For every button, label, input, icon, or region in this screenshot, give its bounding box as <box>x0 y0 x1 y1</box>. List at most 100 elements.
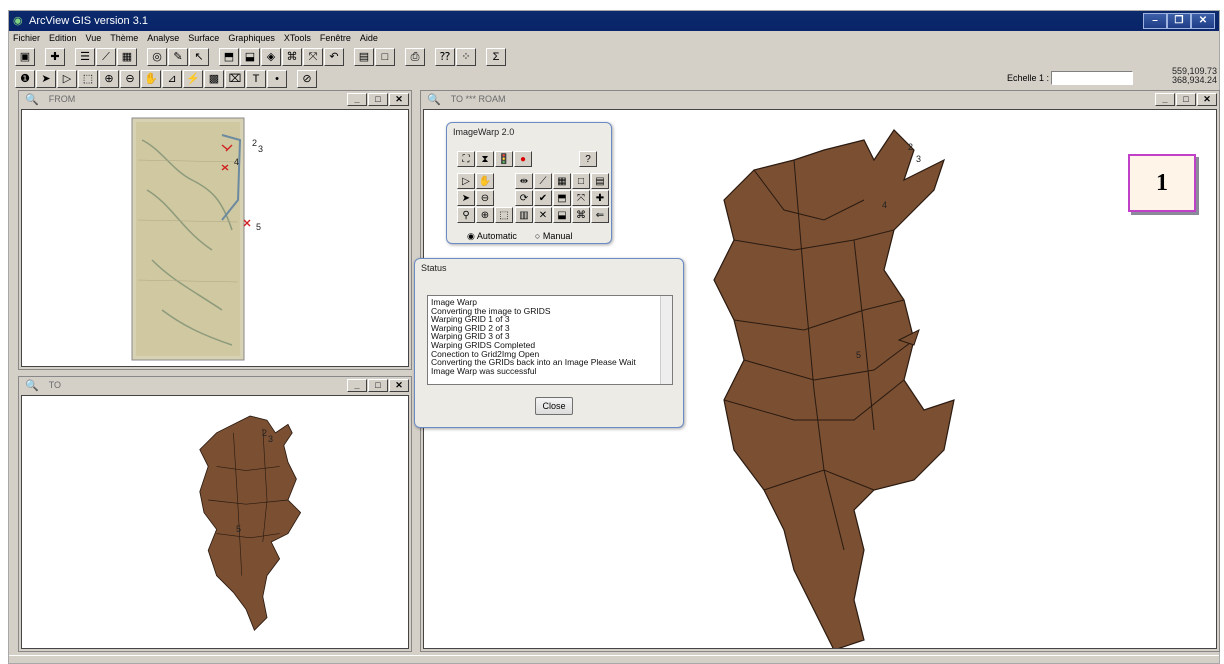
close-button[interactable]: Close <box>535 397 573 415</box>
zoom-out-icon[interactable]: ⊖ <box>120 70 140 88</box>
maximize-button[interactable]: □ <box>368 379 388 392</box>
label-icon[interactable]: ⌧ <box>225 70 245 88</box>
open-image-icon[interactable]: ⛶ <box>457 151 475 167</box>
add-point-icon[interactable]: ✚ <box>591 190 609 206</box>
stop-icon[interactable]: ● <box>514 151 532 167</box>
text-icon[interactable]: T <box>246 70 266 88</box>
view-globe-icon: 🔍 <box>25 93 39 106</box>
restore-button[interactable]: ❐ <box>1167 13 1191 29</box>
app-title: ArcView GIS version 3.1 <box>29 15 149 27</box>
select-icon[interactable]: ⬚ <box>78 70 98 88</box>
menu-xtools[interactable]: XTools <box>284 33 311 43</box>
maximize-button[interactable]: □ <box>368 93 388 106</box>
warp-icon[interactable]: ⌘ <box>572 207 590 223</box>
map-canvas-to[interactable]: 2 3 5 <box>21 395 409 649</box>
layout-icon[interactable]: ▤ <box>354 48 374 66</box>
maximize-button[interactable]: □ <box>1176 93 1196 106</box>
save-icon[interactable]: ▣ <box>15 48 35 66</box>
close-button[interactable]: ✕ <box>1197 93 1217 106</box>
box-select-icon[interactable]: ⬚ <box>495 207 513 223</box>
zoom-in-icon[interactable]: ⊕ <box>99 70 119 88</box>
hotlink-tool-icon[interactable]: ⚡ <box>183 70 203 88</box>
menu-analyse[interactable]: Analyse <box>147 33 179 43</box>
help-icon[interactable]: ⁇ <box>435 48 455 66</box>
measure-icon[interactable]: ⊿ <box>162 70 182 88</box>
layer-icon[interactable]: ⬓ <box>553 207 571 223</box>
print-icon[interactable]: ⎙ <box>405 48 425 66</box>
table-icon[interactable]: ▤ <box>591 173 609 189</box>
add-theme-icon[interactable]: ✚ <box>45 48 65 66</box>
zoom-selected-icon[interactable]: ⤧ <box>303 48 323 66</box>
identify-icon[interactable]: ❶ <box>15 70 35 88</box>
sigma-icon[interactable]: Σ <box>486 48 506 66</box>
pointer-icon[interactable]: ▷ <box>457 173 475 189</box>
traffic-light-icon[interactable]: 🚦 <box>495 151 513 167</box>
document-icon[interactable]: ▥ <box>515 207 533 223</box>
move-point-icon[interactable]: ⇹ <box>515 173 533 189</box>
pointer-icon[interactable]: ➤ <box>36 70 56 88</box>
draw-point-icon[interactable]: • <box>267 70 287 88</box>
pan-icon[interactable]: ✋ <box>141 70 161 88</box>
edit-legend-icon[interactable]: ⟋ <box>96 48 116 66</box>
map-canvas-from[interactable]: 2 3 4 5 <box>21 109 409 367</box>
layout-frame-icon[interactable]: □ <box>375 48 395 66</box>
link-icon[interactable]: ⟋ <box>534 173 552 189</box>
status-dialog: Status Image Warp Converting the image t… <box>414 258 684 428</box>
arcview-globe-icon: ◉ <box>13 15 23 27</box>
clear-selection-icon[interactable]: ⬓ <box>240 48 260 66</box>
menu-fenetre[interactable]: Fenêtre <box>320 33 351 43</box>
frame-icon[interactable]: □ <box>572 173 590 189</box>
select-icon[interactable]: ➤ <box>457 190 475 206</box>
refresh-icon[interactable]: ⟳ <box>515 190 533 206</box>
zoom-out-icon[interactable]: ⊖ <box>476 190 494 206</box>
view-window-from: 🔍 FROM _ □ ✕ 2 3 4 5 <box>18 90 412 370</box>
vertex-edit-icon[interactable]: ▷ <box>57 70 77 88</box>
select-by-theme-icon[interactable]: ⬒ <box>219 48 239 66</box>
control-point-label: 4 <box>882 200 887 210</box>
menu-theme[interactable]: Thème <box>110 33 138 43</box>
zoom-theme-icon[interactable]: ⌘ <box>282 48 302 66</box>
minimize-button[interactable]: _ <box>1155 93 1175 106</box>
close-button[interactable]: ✕ <box>1191 13 1215 29</box>
pan-icon[interactable]: ✋ <box>476 173 494 189</box>
check-icon[interactable]: ✔ <box>534 190 552 206</box>
snap-icon[interactable]: ⊘ <box>297 70 317 88</box>
control-point-label: 5 <box>256 222 261 232</box>
radio-manual[interactable]: ○ Manual <box>535 231 572 242</box>
minimize-button[interactable]: _ <box>347 93 367 106</box>
scale-input[interactable] <box>1051 71 1133 85</box>
control-point-label: 2 <box>252 138 257 148</box>
theme-properties-icon[interactable]: ☰ <box>75 48 95 66</box>
menu-aide[interactable]: Aide <box>360 33 378 43</box>
radio-automatic[interactable]: ◉ Automatic <box>467 231 517 242</box>
menu-fichier[interactable]: Fichier <box>13 33 40 43</box>
area-of-interest-icon[interactable]: ▩ <box>204 70 224 88</box>
menu-edition[interactable]: Edition <box>49 33 77 43</box>
open-table-icon[interactable]: ▦ <box>117 48 137 66</box>
zoom-extent-icon[interactable]: ⤧ <box>572 190 590 206</box>
close-button[interactable]: ✕ <box>389 379 409 392</box>
hotlink-icon[interactable]: ⁘ <box>456 48 476 66</box>
locate-icon[interactable]: ↖ <box>189 48 209 66</box>
delete-icon[interactable]: ✕ <box>534 207 552 223</box>
zoom-in-icon[interactable]: ⊕ <box>476 207 494 223</box>
zoom-full-icon[interactable]: ◈ <box>261 48 281 66</box>
log-scrollbar[interactable] <box>660 296 672 384</box>
menu-graphiques[interactable]: Graphiques <box>228 33 275 43</box>
menu-vue[interactable]: Vue <box>86 33 102 43</box>
minimize-button[interactable]: – <box>1143 13 1167 29</box>
zoom-previous-icon[interactable]: ↶ <box>324 48 344 66</box>
minimize-button[interactable]: _ <box>347 379 367 392</box>
identify-icon[interactable]: ⚲ <box>457 207 475 223</box>
add-layer-icon[interactable]: ⬒ <box>553 190 571 206</box>
find-icon[interactable]: ◎ <box>147 48 167 66</box>
grid-icon[interactable]: ▦ <box>553 173 571 189</box>
hourglass-icon[interactable]: ⧗ <box>476 151 494 167</box>
close-button[interactable]: ✕ <box>389 93 409 106</box>
menu-surface[interactable]: Surface <box>188 33 219 43</box>
status-log-list[interactable]: Image Warp Converting the image to GRIDS… <box>427 295 673 385</box>
query-icon[interactable]: ✎ <box>168 48 188 66</box>
arrow-left-icon[interactable]: ⇐ <box>591 207 609 223</box>
help-button[interactable]: ? <box>579 151 597 167</box>
window-title: TO <box>48 380 62 390</box>
